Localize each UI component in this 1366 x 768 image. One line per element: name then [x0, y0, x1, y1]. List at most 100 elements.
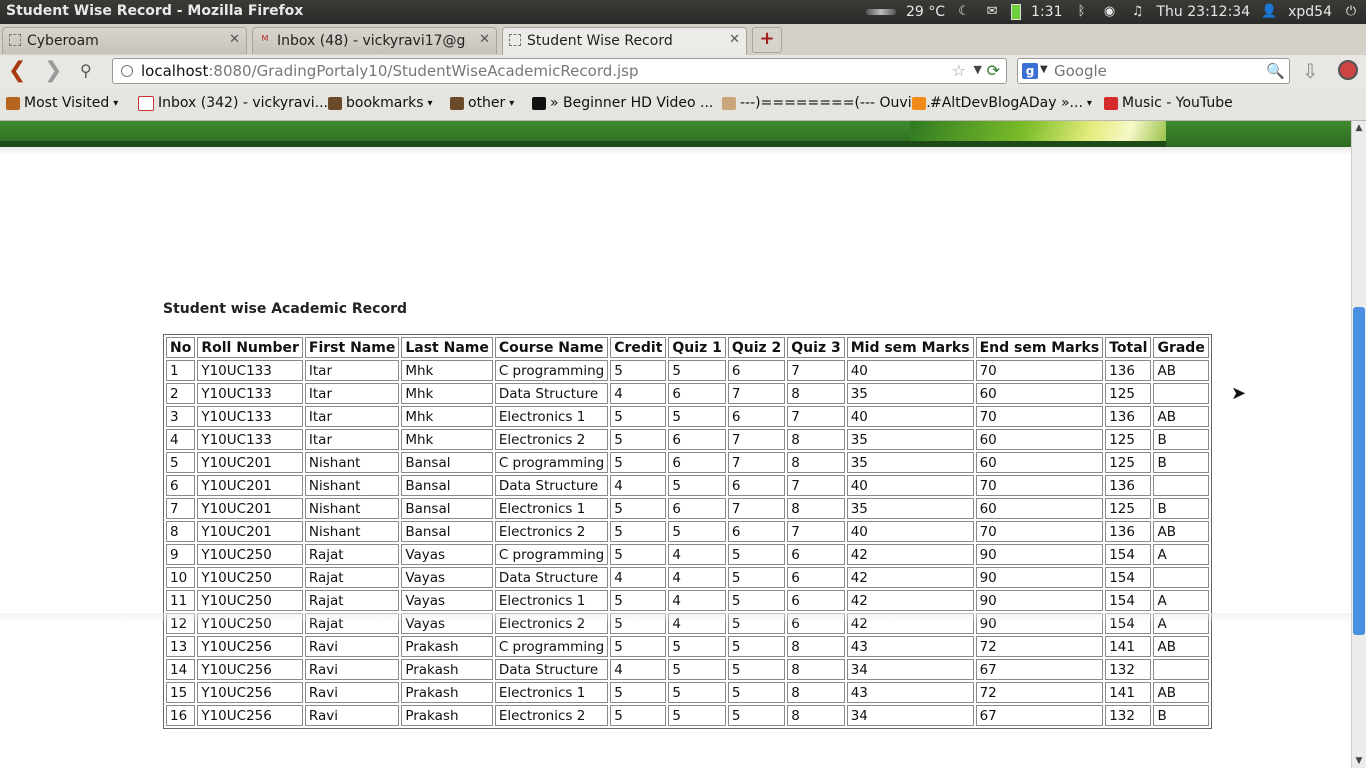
tab-strip: Cyberoam ✕ M Inbox (48) - vickyravi17@g.… — [0, 24, 1366, 56]
table-cell: 5 — [166, 452, 196, 473]
user-name[interactable]: xpd54 — [1288, 4, 1332, 20]
url-dropdown-icon[interactable]: ▼ — [974, 63, 982, 76]
table-cell: A — [1153, 590, 1209, 611]
bookmark-ouvir[interactable]: ---)========(--- Ouvir ... — [722, 95, 935, 111]
table-cell: 6 — [727, 475, 786, 496]
search-icon[interactable]: 🔍 — [1266, 62, 1285, 80]
tab-close-icon[interactable]: ✕ — [479, 32, 490, 47]
table-cell: 7 — [787, 406, 845, 427]
bookmark-star-icon[interactable]: ☆ — [952, 61, 966, 80]
back-button[interactable]: ❮ — [8, 59, 26, 83]
table-cell: 35 — [846, 452, 974, 473]
header-banner — [0, 121, 1351, 147]
clock[interactable]: Thu 23:12:34 — [1157, 4, 1251, 20]
tab-cyberoam[interactable]: Cyberoam ✕ — [2, 27, 247, 54]
table-cell: 125 — [1105, 383, 1152, 404]
table-cell: 90 — [975, 613, 1104, 634]
table-cell: Data Structure — [494, 567, 609, 588]
table-cell: 67 — [975, 705, 1104, 726]
scrollbar-thumb[interactable] — [1353, 307, 1365, 635]
bookmark-altdevblogaday[interactable]: #AltDevBlogADay »... ▾ — [912, 95, 1092, 111]
tab-close-icon[interactable]: ✕ — [729, 32, 740, 47]
battery-icon[interactable] — [1011, 4, 1022, 20]
moon-icon[interactable]: ☾ — [955, 4, 973, 20]
table-cell: Electronics 1 — [494, 498, 609, 519]
table-cell: Bansal — [401, 452, 493, 473]
google-icon[interactable]: g — [1022, 63, 1038, 79]
table-cell: 70 — [975, 406, 1104, 427]
table-cell: 2 — [166, 383, 196, 404]
table-cell: Y10UC133 — [197, 383, 303, 404]
table-cell: Y10UC256 — [197, 705, 303, 726]
url-bar[interactable]: localhost:8080/GradingPortaly10/StudentW… — [112, 58, 1007, 84]
table-row: 6 Y10UC201 Nishant Bansal Data Structure 4 5 6 7… — [166, 475, 1209, 496]
bluetooth-icon[interactable]: ᛒ — [1073, 4, 1091, 20]
temperature-label[interactable]: 29 °C — [906, 4, 945, 20]
table-cell: 40 — [846, 475, 974, 496]
addon-icon[interactable] — [1338, 60, 1358, 80]
table-cell: 6 — [787, 613, 845, 634]
column-header: Course Name — [494, 337, 609, 358]
table-row: 13 Y10UC256 Ravi Prakash C programming 5 5 5 8 43… — [166, 636, 1209, 657]
bookmark-music-youtube[interactable]: Music - YouTube — [1104, 95, 1233, 111]
table-row: 9 Y10UC250 Rajat Vayas C programming 5 4 5 6 42 90… — [166, 544, 1209, 565]
search-input[interactable] — [1054, 62, 1254, 80]
table-cell: Nishant — [304, 452, 400, 473]
bookmark-beginner-hd-video[interactable]: » Beginner HD Video ... — [532, 95, 713, 111]
mail-icon[interactable]: ✉ — [983, 4, 1001, 20]
download-icon[interactable]: ⇩ — [1302, 59, 1319, 83]
vertical-scrollbar[interactable]: ▲ ▼ — [1351, 121, 1366, 768]
new-tab-button[interactable]: + — [752, 27, 782, 53]
tab-close-icon[interactable]: ✕ — [229, 32, 240, 47]
table-cell: Y10UC201 — [197, 475, 303, 496]
table-cell: 43 — [846, 636, 974, 657]
table-cell: Vayas — [401, 590, 493, 611]
table-cell: Y10UC250 — [197, 590, 303, 611]
forward-button[interactable]: ❯ — [44, 59, 62, 83]
table-cell: Ravi — [304, 636, 400, 657]
table-cell: 125 — [1105, 498, 1152, 519]
window-title: Student Wise Record - Mozilla Firefox — [6, 3, 304, 19]
reload-icon[interactable]: ⟳ — [987, 61, 1000, 80]
user-icon[interactable]: 👤 — [1260, 4, 1278, 20]
battery-time[interactable]: 1:31 — [1031, 4, 1062, 20]
bookmark-inbox[interactable]: Inbox (342) - vickyravi... — [138, 95, 328, 111]
table-cell: 70 — [975, 521, 1104, 542]
search-engine-dropdown-icon[interactable]: ▼ — [1040, 64, 1048, 75]
banner-graphic — [910, 121, 1166, 141]
tab-inbox[interactable]: M Inbox (48) - vickyravi17@g... ✕ — [252, 27, 497, 54]
table-body: 1 Y10UC133 Itar Mhk C programming 5 5 6 7 40 70 136… — [166, 360, 1209, 726]
search-box[interactable]: g ▼ 🔍 — [1017, 58, 1290, 84]
table-cell: 35 — [846, 498, 974, 519]
weather-icon[interactable] — [866, 9, 896, 15]
column-header: Grade — [1153, 337, 1209, 358]
volume-icon[interactable]: ♫ — [1129, 4, 1147, 20]
scroll-up-icon[interactable]: ▲ — [1352, 121, 1366, 135]
url-text[interactable]: localhost:8080/GradingPortaly10/StudentW… — [141, 62, 639, 80]
table-cell: 5 — [668, 705, 726, 726]
tab-student-wise-record[interactable]: Student Wise Record ✕ — [502, 27, 747, 55]
scroll-down-icon[interactable]: ▼ — [1352, 754, 1366, 768]
table-cell: 4 — [668, 544, 726, 565]
bookmark-bookmarks-folder[interactable]: bookmarks ▾ — [328, 95, 433, 111]
table-cell: 72 — [975, 636, 1104, 657]
table-cell: Rajat — [304, 590, 400, 611]
power-icon[interactable]: ⏻ — [1342, 4, 1360, 20]
table-row: 15 Y10UC256 Ravi Prakash Electronics 1 5 5 5 8 43… — [166, 682, 1209, 703]
gmail-icon — [138, 95, 154, 111]
table-cell: 5 — [610, 590, 667, 611]
table-cell: Prakash — [401, 659, 493, 680]
site-identity-icon[interactable] — [121, 65, 133, 77]
table-cell: 4 — [610, 383, 667, 404]
bookmark-other-folder[interactable]: other ▾ — [450, 95, 514, 111]
table-cell: 154 — [1105, 590, 1152, 611]
table-cell: 7 — [787, 360, 845, 381]
history-icon[interactable]: ⚲ — [80, 59, 92, 83]
table-cell: 8 — [787, 498, 845, 519]
network-icon[interactable]: ◉ — [1101, 4, 1119, 20]
bookmark-most-visited[interactable]: Most Visited ▾ — [6, 95, 118, 111]
table-cell: 90 — [975, 567, 1104, 588]
table-cell: 7 — [787, 521, 845, 542]
table-cell: Bansal — [401, 475, 493, 496]
table-cell: 1 — [166, 360, 196, 381]
